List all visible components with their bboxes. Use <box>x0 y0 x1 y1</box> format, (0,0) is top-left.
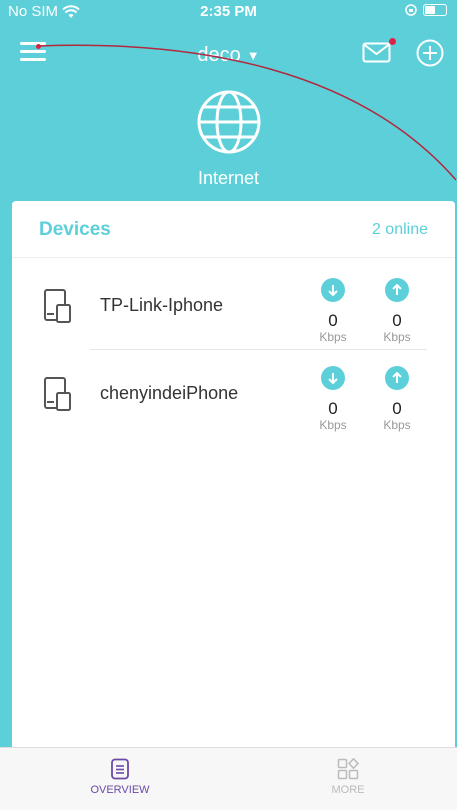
row-divider <box>90 349 427 350</box>
online-count[interactable]: 2 online <box>372 221 428 239</box>
device-name: TP-Link-Iphone <box>100 295 224 315</box>
download-unit: Kbps <box>319 418 347 432</box>
add-icon[interactable] <box>416 39 444 67</box>
download-arrow-icon <box>321 366 345 390</box>
devices-title: Devices <box>39 219 111 240</box>
status-time: 2:35 PM <box>200 3 257 20</box>
download-rate: 0 Kbps <box>313 366 353 432</box>
overview-icon <box>111 758 129 780</box>
upload-arrow-icon <box>385 366 409 390</box>
tab-overview[interactable]: OVERVIEW <box>60 748 180 810</box>
device-icon <box>44 289 71 323</box>
upload-arrow-icon <box>385 278 409 302</box>
device-name: chenyindeiPhone <box>100 383 239 403</box>
upload-value: 0 <box>392 311 402 330</box>
mail-notification-dot <box>389 38 396 45</box>
devices-card: Devices 2 online TP-Link-Iphone 0 Kbps 0… <box>12 201 455 761</box>
orientation-lock-icon <box>405 4 417 16</box>
device-row[interactable]: TP-Link-Iphone 0 Kbps 0 Kbps <box>12 268 455 356</box>
status-bar: No SIM 2:35 PM <box>0 0 457 22</box>
download-value: 0 <box>328 311 338 330</box>
upload-rate: 0 Kbps <box>377 366 417 432</box>
more-icon <box>337 758 359 780</box>
tab-overview-label: OVERVIEW <box>90 784 150 796</box>
upload-value: 0 <box>392 399 402 418</box>
battery-icon <box>423 4 447 16</box>
status-right <box>405 4 447 16</box>
download-rate: 0 Kbps <box>313 278 353 344</box>
download-arrow-icon <box>321 278 345 302</box>
bottom-nav: OVERVIEW MORE <box>0 747 457 810</box>
download-unit: Kbps <box>319 330 347 344</box>
download-value: 0 <box>328 399 338 418</box>
upload-unit: Kbps <box>383 330 411 344</box>
network-name: deco <box>197 44 241 66</box>
caret-down-icon: ▼ <box>246 48 260 64</box>
internet-label: Internet <box>197 168 260 188</box>
upload-unit: Kbps <box>383 418 411 432</box>
upload-rate: 0 Kbps <box>377 278 417 344</box>
device-row[interactable]: chenyindeiPhone 0 Kbps 0 Kbps <box>12 356 455 444</box>
tab-more[interactable]: MORE <box>288 748 408 810</box>
mail-icon[interactable] <box>362 38 396 66</box>
device-icon <box>44 377 71 411</box>
globe-icon[interactable] <box>197 90 261 154</box>
header: deco ▼ Internet <box>0 22 457 202</box>
tab-more-label: MORE <box>331 784 365 796</box>
devices-card-header: Devices 2 online <box>12 201 455 258</box>
